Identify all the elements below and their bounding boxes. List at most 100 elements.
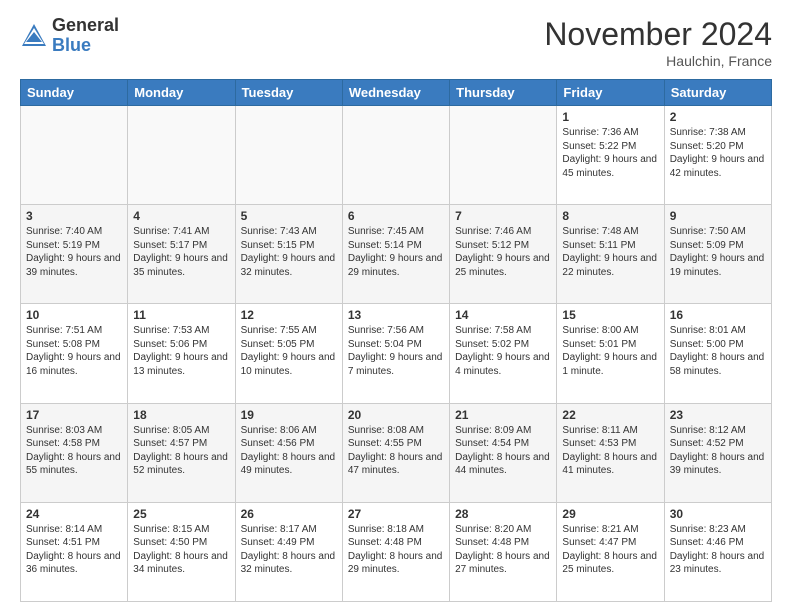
day-info: Sunrise: 8:01 AM Sunset: 5:00 PM Dayligh… xyxy=(670,324,766,378)
day-number: 19 xyxy=(241,408,337,422)
calendar-cell: 1Sunrise: 7:36 AM Sunset: 5:22 PM Daylig… xyxy=(557,106,664,205)
day-info: Sunrise: 7:45 AM Sunset: 5:14 PM Dayligh… xyxy=(348,225,444,279)
location: Haulchin, France xyxy=(544,53,772,69)
col-saturday: Saturday xyxy=(664,80,771,106)
calendar-cell: 11Sunrise: 7:53 AM Sunset: 5:06 PM Dayli… xyxy=(128,304,235,403)
day-number: 9 xyxy=(670,209,766,223)
calendar-cell: 10 Sunrise: 7:51 AM Sunset: 5:08 PM Dayli… xyxy=(21,304,128,403)
day-info: Sunrise: 8:11 AM Sunset: 4:53 PM Dayligh… xyxy=(562,424,658,478)
day-info: Sunrise: 7:55 AM Sunset: 5:05 PM Dayligh… xyxy=(241,324,337,378)
day-info: Sunrise: 7:43 AM Sunset: 5:15 PM Dayligh… xyxy=(241,225,337,279)
day-info: Sunrise: 8:21 AM Sunset: 4:47 PM Dayligh… xyxy=(562,523,658,577)
day-info: Sunrise: 8:14 AM Sunset: 4:51 PM Dayligh… xyxy=(26,523,122,577)
col-tuesday: Tuesday xyxy=(235,80,342,106)
calendar-cell: 12 Sunrise: 7:55 AM Sunset: 5:05 PM Dayli… xyxy=(235,304,342,403)
day-info: Sunrise: 7:58 AM Sunset: 5:02 PM Dayligh… xyxy=(455,324,551,378)
calendar-cell: 25 Sunrise: 8:15 AM Sunset: 4:50 PM Dayli… xyxy=(128,502,235,601)
day-number: 22 xyxy=(562,408,658,422)
day-number: 12 xyxy=(241,308,337,322)
calendar-cell: 27 Sunrise: 8:18 AM Sunset: 4:48 PM Dayli… xyxy=(342,502,449,601)
calendar-week-4: 17 Sunrise: 8:03 AM Sunset: 4:58 PM Dayli… xyxy=(21,403,772,502)
day-info: Sunrise: 8:08 AM Sunset: 4:55 PM Dayligh… xyxy=(348,424,444,478)
day-info: Sunrise: 7:56 AM Sunset: 5:04 PM Dayligh… xyxy=(348,324,444,378)
calendar-cell: 14 Sunrise: 7:58 AM Sunset: 5:02 PM Dayli… xyxy=(450,304,557,403)
logo-text: General Blue xyxy=(52,16,119,56)
day-number: 14 xyxy=(455,308,551,322)
calendar-cell: 9 Sunrise: 7:50 AM Sunset: 5:09 PM Daylig… xyxy=(664,205,771,304)
calendar-cell: 15Sunrise: 8:00 AM Sunset: 5:01 PM Dayli… xyxy=(557,304,664,403)
day-number: 6 xyxy=(348,209,444,223)
day-info: Sunrise: 7:46 AM Sunset: 5:12 PM Dayligh… xyxy=(455,225,551,279)
calendar-cell: 18Sunrise: 8:05 AM Sunset: 4:57 PM Dayli… xyxy=(128,403,235,502)
day-number: 8 xyxy=(562,209,658,223)
day-number: 10 xyxy=(26,308,122,322)
calendar-cell xyxy=(450,106,557,205)
logo-icon xyxy=(20,22,48,50)
day-info: Sunrise: 7:50 AM Sunset: 5:09 PM Dayligh… xyxy=(670,225,766,279)
calendar-cell: 22 Sunrise: 8:11 AM Sunset: 4:53 PM Dayli… xyxy=(557,403,664,502)
col-monday: Monday xyxy=(128,80,235,106)
calendar-cell xyxy=(128,106,235,205)
logo-blue-text: Blue xyxy=(52,36,119,56)
calendar-cell: 20 Sunrise: 8:08 AM Sunset: 4:55 PM Dayli… xyxy=(342,403,449,502)
page: General Blue November 2024 Haulchin, Fra… xyxy=(0,0,792,612)
day-info: Sunrise: 8:06 AM Sunset: 4:56 PM Dayligh… xyxy=(241,424,337,478)
day-number: 24 xyxy=(26,507,122,521)
day-number: 2 xyxy=(670,110,766,124)
day-number: 23 xyxy=(670,408,766,422)
day-number: 1 xyxy=(562,110,658,124)
calendar-cell: 3Sunrise: 7:40 AM Sunset: 5:19 PM Daylig… xyxy=(21,205,128,304)
header-row: Sunday Monday Tuesday Wednesday Thursday… xyxy=(21,80,772,106)
day-info: Sunrise: 7:53 AM Sunset: 5:06 PM Dayligh… xyxy=(133,324,229,378)
day-info: Sunrise: 8:05 AM Sunset: 4:57 PM Dayligh… xyxy=(133,424,229,478)
day-number: 27 xyxy=(348,507,444,521)
calendar-cell: 23 Sunrise: 8:12 AM Sunset: 4:52 PM Dayli… xyxy=(664,403,771,502)
day-number: 25 xyxy=(133,507,229,521)
calendar-cell: 28 Sunrise: 8:20 AM Sunset: 4:48 PM Dayli… xyxy=(450,502,557,601)
col-thursday: Thursday xyxy=(450,80,557,106)
day-info: Sunrise: 8:20 AM Sunset: 4:48 PM Dayligh… xyxy=(455,523,551,577)
calendar-cell: 5 Sunrise: 7:43 AM Sunset: 5:15 PM Daylig… xyxy=(235,205,342,304)
calendar-cell: 7 Sunrise: 7:46 AM Sunset: 5:12 PM Daylig… xyxy=(450,205,557,304)
calendar-cell: 30 Sunrise: 8:23 AM Sunset: 4:46 PM Dayli… xyxy=(664,502,771,601)
calendar-cell: 13Sunrise: 7:56 AM Sunset: 5:04 PM Dayli… xyxy=(342,304,449,403)
day-number: 17 xyxy=(26,408,122,422)
day-info: Sunrise: 8:23 AM Sunset: 4:46 PM Dayligh… xyxy=(670,523,766,577)
day-number: 28 xyxy=(455,507,551,521)
calendar-cell: 2 Sunrise: 7:38 AM Sunset: 5:20 PM Daylig… xyxy=(664,106,771,205)
col-friday: Friday xyxy=(557,80,664,106)
day-info: Sunrise: 7:38 AM Sunset: 5:20 PM Dayligh… xyxy=(670,126,766,180)
calendar-cell: 16 Sunrise: 8:01 AM Sunset: 5:00 PM Dayli… xyxy=(664,304,771,403)
day-info: Sunrise: 7:41 AM Sunset: 5:17 PM Dayligh… xyxy=(133,225,229,279)
day-number: 16 xyxy=(670,308,766,322)
day-number: 3 xyxy=(26,209,122,223)
calendar-cell: 8Sunrise: 7:48 AM Sunset: 5:11 PM Daylig… xyxy=(557,205,664,304)
day-info: Sunrise: 8:18 AM Sunset: 4:48 PM Dayligh… xyxy=(348,523,444,577)
calendar-cell: 24 Sunrise: 8:14 AM Sunset: 4:51 PM Dayli… xyxy=(21,502,128,601)
col-wednesday: Wednesday xyxy=(342,80,449,106)
day-number: 20 xyxy=(348,408,444,422)
calendar-cell xyxy=(235,106,342,205)
day-number: 5 xyxy=(241,209,337,223)
calendar-cell: 17 Sunrise: 8:03 AM Sunset: 4:58 PM Dayli… xyxy=(21,403,128,502)
day-number: 26 xyxy=(241,507,337,521)
calendar-week-1: 1Sunrise: 7:36 AM Sunset: 5:22 PM Daylig… xyxy=(21,106,772,205)
day-info: Sunrise: 7:51 AM Sunset: 5:08 PM Dayligh… xyxy=(26,324,122,378)
calendar-cell: 26 Sunrise: 8:17 AM Sunset: 4:49 PM Dayli… xyxy=(235,502,342,601)
day-number: 21 xyxy=(455,408,551,422)
day-info: Sunrise: 8:15 AM Sunset: 4:50 PM Dayligh… xyxy=(133,523,229,577)
day-info: Sunrise: 8:03 AM Sunset: 4:58 PM Dayligh… xyxy=(26,424,122,478)
day-number: 7 xyxy=(455,209,551,223)
day-info: Sunrise: 8:12 AM Sunset: 4:52 PM Dayligh… xyxy=(670,424,766,478)
calendar-cell xyxy=(21,106,128,205)
logo-general-text: General xyxy=(52,16,119,36)
day-info: Sunrise: 8:17 AM Sunset: 4:49 PM Dayligh… xyxy=(241,523,337,577)
col-sunday: Sunday xyxy=(21,80,128,106)
calendar-cell: 19 Sunrise: 8:06 AM Sunset: 4:56 PM Dayli… xyxy=(235,403,342,502)
day-info: Sunrise: 8:00 AM Sunset: 5:01 PM Dayligh… xyxy=(562,324,658,378)
calendar-cell: 4Sunrise: 7:41 AM Sunset: 5:17 PM Daylig… xyxy=(128,205,235,304)
day-number: 30 xyxy=(670,507,766,521)
month-title: November 2024 xyxy=(544,16,772,53)
calendar-cell: 6 Sunrise: 7:45 AM Sunset: 5:14 PM Daylig… xyxy=(342,205,449,304)
day-info: Sunrise: 8:09 AM Sunset: 4:54 PM Dayligh… xyxy=(455,424,551,478)
